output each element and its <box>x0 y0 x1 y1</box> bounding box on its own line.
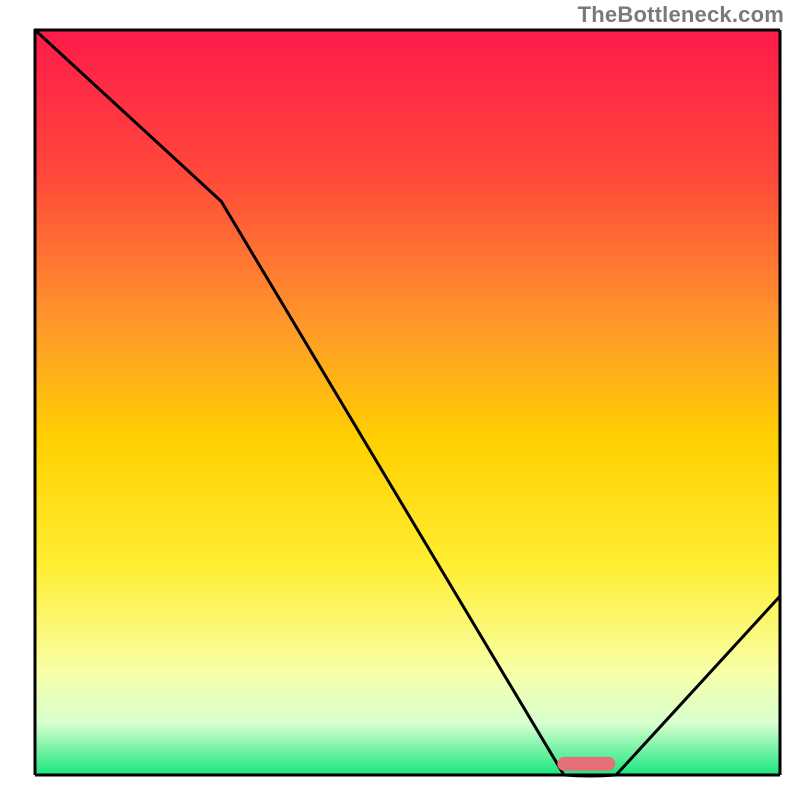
chart-container: TheBottleneck.com <box>0 0 800 800</box>
optimal-marker <box>557 757 615 771</box>
bottleneck-chart <box>0 0 800 800</box>
watermark-text: TheBottleneck.com <box>578 2 784 28</box>
plot-background <box>35 30 780 775</box>
